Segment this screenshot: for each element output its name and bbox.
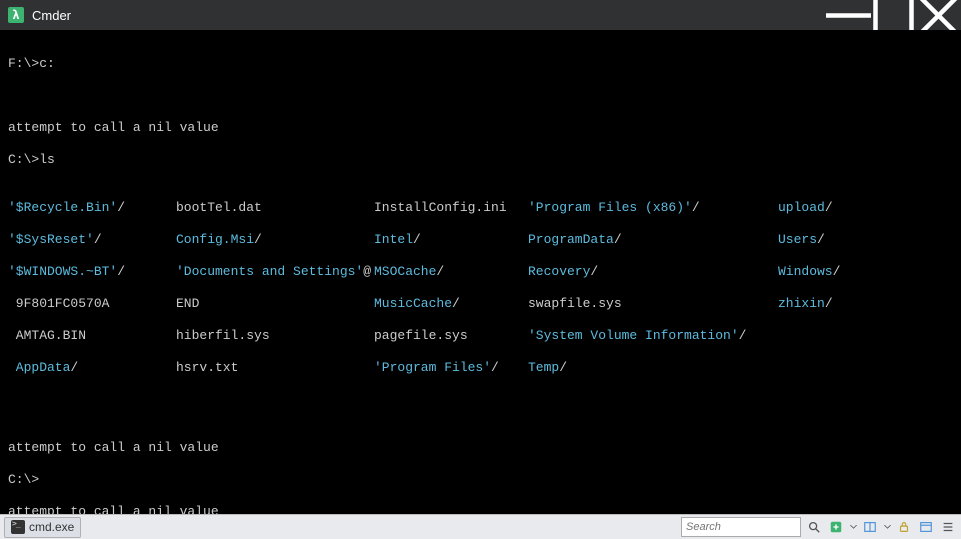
lock-button[interactable] — [895, 518, 913, 536]
terminal-line: F:\>c: — [8, 56, 953, 72]
window-titlebar: Cmder — [0, 0, 961, 30]
close-button[interactable] — [916, 0, 961, 30]
maximize-button[interactable] — [871, 0, 916, 30]
window-split-dropdown[interactable] — [883, 525, 891, 529]
terminal-line: C:\> — [8, 472, 953, 488]
window-title: Cmder — [32, 8, 826, 23]
console-tab-label: cmd.exe — [29, 520, 74, 534]
terminal-output[interactable]: F:\>c: attempt to call a nil value C:\>l… — [0, 30, 961, 514]
minimize-button[interactable] — [826, 0, 871, 30]
status-bar: cmd.exe — [0, 514, 961, 539]
window-split-button[interactable] — [861, 518, 879, 536]
app-logo-icon — [8, 7, 24, 23]
terminal-line: attempt to call a nil value — [8, 504, 953, 514]
ls-output: '$Recycle.Bin'/bootTel.datInstallConfig.… — [8, 184, 953, 392]
console-icon — [11, 520, 25, 534]
terminal-line: C:\>ls — [8, 152, 953, 168]
console-tab[interactable]: cmd.exe — [4, 517, 81, 538]
new-console-dropdown[interactable] — [849, 525, 857, 529]
terminal-line: attempt to call a nil value — [8, 440, 953, 456]
search-input[interactable] — [681, 517, 801, 537]
menu-button[interactable] — [939, 518, 957, 536]
search-button[interactable] — [805, 518, 823, 536]
toggle-view-button[interactable] — [917, 518, 935, 536]
new-console-button[interactable] — [827, 518, 845, 536]
terminal-line: attempt to call a nil value — [8, 120, 953, 136]
